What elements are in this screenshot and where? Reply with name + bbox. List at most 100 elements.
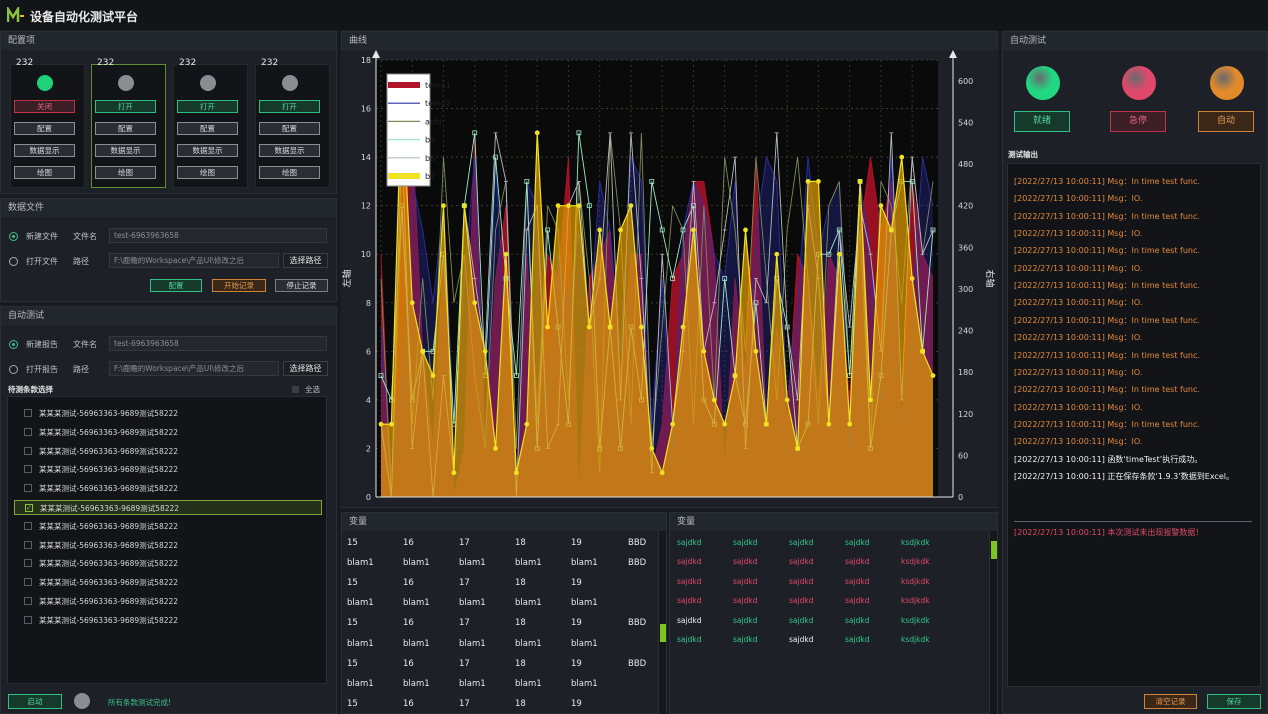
- test-item[interactable]: 某某某测试-56963363-9689测试58222: [14, 594, 322, 609]
- vars1-scrollbar[interactable]: [658, 531, 666, 714]
- card-plot-button[interactable]: 绘图: [177, 166, 238, 179]
- card-toggle-button[interactable]: 关闭: [14, 100, 75, 113]
- card-config-button[interactable]: 配置: [95, 122, 156, 135]
- card-data-button[interactable]: 数据显示: [14, 144, 75, 157]
- test-item-checkbox[interactable]: [24, 559, 32, 568]
- start-record-button[interactable]: 开始记录: [212, 279, 266, 292]
- log-line: [2022/27/13 10:00:11] Msg：In time test f…: [1014, 177, 1200, 186]
- card-data-button[interactable]: 数据显示: [177, 144, 238, 157]
- data-point: [618, 227, 623, 233]
- open-file-radio[interactable]: [9, 257, 18, 266]
- test-item[interactable]: 某某某测试-56963363-9689测试58222: [14, 556, 322, 571]
- right-header: 自动测试: [1003, 32, 1267, 50]
- report-path-field[interactable]: F:\鹿瞻的Workspace\产品UI\修改之后: [109, 361, 279, 376]
- card-data-button[interactable]: 数据显示: [95, 144, 156, 157]
- data-point: [628, 203, 634, 209]
- mode-button[interactable]: 自动: [1198, 111, 1254, 132]
- test-item[interactable]: 某某某测试-56963363-9689测试58222: [14, 575, 322, 590]
- card-config-button[interactable]: 配置: [259, 122, 320, 135]
- new-file-radio[interactable]: [9, 232, 18, 241]
- card-config-button[interactable]: 配置: [14, 122, 75, 135]
- var-cell: blam1: [571, 598, 598, 609]
- y2-tick-label: 60: [958, 451, 968, 460]
- test-item[interactable]: 某某某测试-56963363-9689测试58222: [14, 613, 322, 628]
- vars1-scroll-thumb[interactable]: [660, 624, 666, 642]
- log-line: [2022/27/13 10:00:11] 函数‘timeTest’执行成功。: [1014, 454, 1203, 464]
- card-plot-button[interactable]: 绘图: [95, 166, 156, 179]
- var-cell: 19: [571, 578, 582, 589]
- data-point: [888, 227, 894, 233]
- test-item[interactable]: 某某某测试-56963363-9689测试58222: [14, 538, 322, 553]
- test-item-checkbox[interactable]: [24, 427, 32, 436]
- vars2-scrollbar[interactable]: [989, 531, 997, 714]
- var-cell: 15: [347, 618, 358, 629]
- choose-path-button[interactable]: 选择路径: [283, 253, 328, 268]
- test-item-checkbox[interactable]: [24, 521, 32, 530]
- card-plot-button[interactable]: 绘图: [14, 166, 75, 179]
- test-item[interactable]: 某某某测试-56963363-9689测试58222: [14, 444, 322, 459]
- var-cell: sajdkd: [733, 635, 758, 644]
- vars2-scroll-thumb[interactable]: [991, 541, 997, 559]
- var-cell: sajdkd: [677, 635, 702, 644]
- report-choose-path-button[interactable]: 选择路径: [283, 361, 328, 376]
- data-point: [836, 251, 842, 257]
- card-toggle-button[interactable]: 打开: [95, 100, 156, 113]
- curve-header: 曲线: [342, 32, 997, 50]
- test-item-checkbox[interactable]: [24, 409, 32, 417]
- y-tick-label: 8: [366, 299, 371, 308]
- select-all-checkbox[interactable]: [292, 386, 299, 393]
- test-item[interactable]: 某某某测试-56963363-9689测试58222: [14, 519, 322, 534]
- new-file-label: 新建文件: [26, 232, 58, 241]
- test-item-checkbox[interactable]: [24, 540, 32, 549]
- test-item-checkbox[interactable]: [24, 597, 32, 605]
- log-line: [2022/27/13 10:00:11] Msg：IO.: [1014, 437, 1143, 447]
- test-item-checkbox[interactable]: [24, 465, 32, 474]
- path-field[interactable]: F:\鹿瞻的Workspace\产品UI\修改之后: [109, 253, 279, 268]
- test-item[interactable]: 某某某测试-56963363-9689测试58222: [14, 425, 322, 440]
- var-cell: ksdjkdk: [901, 635, 930, 644]
- y-tick-label: 12: [361, 202, 371, 211]
- curve-chart[interactable]: 0246810121416180601201802403003604204805…: [341, 50, 998, 507]
- card-toggle-button[interactable]: 打开: [259, 100, 320, 113]
- y2-tick-label: 360: [958, 243, 973, 252]
- new-report-radio[interactable]: [9, 340, 18, 349]
- save-log-button[interactable]: 保存: [1207, 694, 1261, 709]
- test-item-checkbox[interactable]: [24, 484, 32, 493]
- data-point: [826, 421, 832, 427]
- report-file-field[interactable]: test-6963963658: [109, 336, 327, 351]
- var-cell: 16: [403, 658, 414, 669]
- clear-log-button[interactable]: 清空记录: [1144, 694, 1197, 709]
- var-cell: BBD: [628, 538, 647, 548]
- var-cell: 19: [571, 538, 582, 548]
- start-test-button[interactable]: 启动: [8, 694, 62, 709]
- var-cell: blam1: [347, 678, 374, 689]
- card-plot-button[interactable]: 绘图: [259, 166, 320, 179]
- card-data-button[interactable]: 数据显示: [259, 144, 320, 157]
- test-item[interactable]: 某某某测试-56963363-9689测试58222: [14, 481, 322, 496]
- card-config-button[interactable]: 配置: [177, 122, 238, 135]
- test-item-checkbox[interactable]: [24, 578, 32, 587]
- test-item[interactable]: ✓ 某某某测试-56963363-9689测试58222: [14, 500, 322, 515]
- log-line: [2022/27/13 10:00:11] Msg：In time test f…: [1014, 246, 1200, 256]
- test-item-checkbox[interactable]: [24, 446, 32, 455]
- var-cell: ksdjkdk: [901, 557, 930, 567]
- test-item-checkbox[interactable]: ✓: [25, 504, 33, 512]
- select-all-label: 全选: [305, 385, 320, 394]
- data-point: [711, 397, 717, 403]
- data-point: [597, 227, 603, 233]
- var-cell: blam1: [347, 638, 374, 649]
- test-item-checkbox[interactable]: [24, 615, 32, 624]
- datafile-config-button[interactable]: 配置: [150, 279, 202, 292]
- test-item[interactable]: 某某某测试-56963363-9689测试58222: [14, 406, 322, 421]
- data-point: [566, 203, 571, 209]
- var-cell: sajdkd: [845, 635, 870, 644]
- card-toggle-button[interactable]: 打开: [177, 100, 238, 113]
- test-item[interactable]: 某某某测试-56963363-9689测试58222: [14, 462, 322, 477]
- file-name-field[interactable]: test-6963963658: [109, 228, 327, 243]
- var-cell: blam1: [515, 638, 542, 649]
- test-item-label: 某某某测试-56963363-9689测试58222: [39, 409, 179, 418]
- stop-record-button[interactable]: 停止记录: [275, 279, 328, 292]
- open-report-radio[interactable]: [9, 365, 18, 374]
- mode-button[interactable]: 急停: [1110, 111, 1166, 132]
- mode-button[interactable]: 就绪: [1014, 111, 1070, 132]
